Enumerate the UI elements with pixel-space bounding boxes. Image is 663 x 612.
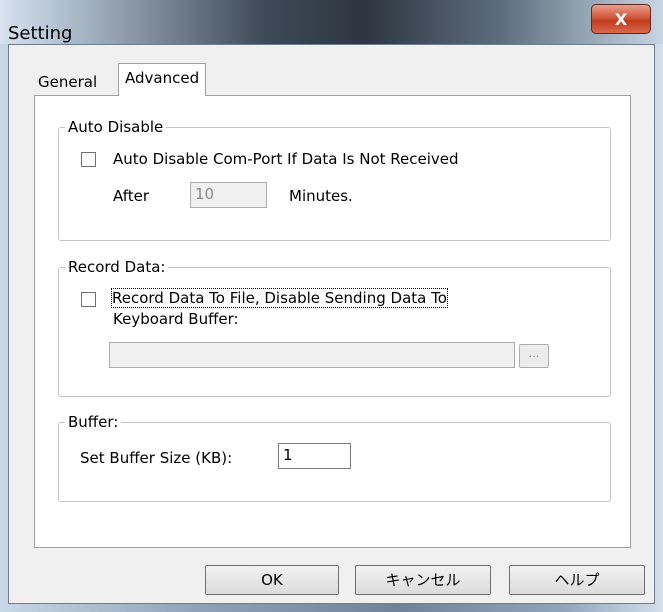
buffer-legend: Buffer: <box>65 413 122 431</box>
minutes-input[interactable]: 10 <box>190 182 267 208</box>
record-data-legend: Record Data: <box>65 258 169 276</box>
record-data-checkbox-label-line1[interactable]: Record Data To File, Disable Sending Dat… <box>111 288 448 308</box>
tab-general-label: General <box>38 73 98 91</box>
browse-button[interactable]: ... <box>519 344 549 368</box>
record-data-checkbox-label-line2[interactable]: Keyboard Buffer: <box>113 310 239 328</box>
record-data-group: Record Data: Record Data To File, Disabl… <box>58 258 611 397</box>
after-label: After <box>113 187 150 205</box>
cancel-button[interactable]: キャンセル <box>355 565 491 595</box>
record-data-checkbox[interactable] <box>81 292 96 307</box>
help-button[interactable]: ヘルプ <box>509 565 645 595</box>
close-icon: X <box>614 9 628 29</box>
tab-advanced-label: Advanced <box>125 69 200 87</box>
minutes-label: Minutes. <box>289 187 353 205</box>
auto-disable-checkbox-label[interactable]: Auto Disable Com-Port If Data Is Not Rec… <box>113 150 459 168</box>
buffer-size-input[interactable]: 1 <box>278 443 351 469</box>
close-button[interactable]: X <box>591 4 651 34</box>
buffer-size-label: Set Buffer Size (KB): <box>80 449 233 467</box>
window-title: Setting <box>8 23 73 44</box>
ok-button[interactable]: OK <box>205 565 339 595</box>
advanced-tab-panel: Auto Disable Auto Disable Com-Port If Da… <box>34 95 631 548</box>
auto-disable-group: Auto Disable Auto Disable Com-Port If Da… <box>58 118 611 241</box>
settings-window: Setting X General Advanced Auto Disable … <box>0 0 663 612</box>
buffer-group: Buffer: Set Buffer Size (KB): 1 <box>58 413 611 502</box>
auto-disable-legend: Auto Disable <box>65 118 167 136</box>
dialog-client-area: General Advanced Auto Disable Auto Disab… <box>8 44 655 604</box>
tab-advanced[interactable]: Advanced <box>118 63 207 96</box>
title-bar[interactable]: Setting X <box>0 0 663 44</box>
file-path-input[interactable] <box>109 342 515 368</box>
auto-disable-checkbox[interactable] <box>81 152 96 167</box>
tab-general[interactable]: General <box>32 71 103 93</box>
